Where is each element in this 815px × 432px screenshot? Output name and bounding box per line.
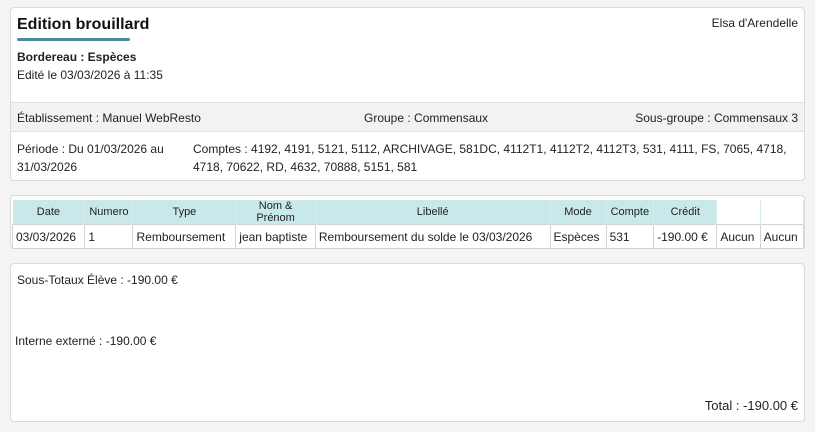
- col-libelle: Libellé: [315, 200, 551, 225]
- col-mode: Mode: [550, 200, 607, 225]
- col-compte: Compte: [606, 200, 655, 225]
- col-nom-prenom: Nom & Prénom: [235, 200, 316, 225]
- cell-numero: 1: [84, 224, 134, 249]
- col-extra-2: [760, 200, 805, 225]
- sous-totaux-eleve: Sous-Totaux Élève : -190.00 €: [17, 273, 178, 287]
- table-row: 03/03/2026 1 Remboursement jean baptiste…: [11, 224, 805, 249]
- totals-card: Sous-Totaux Élève : -190.00 € Interne ex…: [10, 263, 805, 422]
- groupe-label: Groupe : Commensaux: [364, 111, 489, 125]
- user-name: Elsa d'Arendelle: [711, 16, 798, 30]
- col-date: Date: [12, 200, 86, 225]
- cell-type: Remboursement: [132, 224, 237, 249]
- entries-table-card: Date Numero Type Nom & Prénom Libellé Mo…: [10, 195, 805, 249]
- cell-date: 03/03/2026: [11, 224, 86, 249]
- col-extra-1: [716, 200, 761, 225]
- cell-extra-2: Aucun: [759, 224, 805, 249]
- col-numero: Numero: [84, 200, 134, 225]
- cell-mode: Espèces: [549, 224, 607, 249]
- info-band: Établissement : Manuel WebResto Groupe :…: [11, 102, 804, 132]
- periode-text: Période : Du 01/03/2026 au 31/03/2026: [17, 142, 164, 174]
- report-header-card: Edition brouillard Elsa d'Arendelle Bord…: [10, 7, 805, 181]
- title-underline: [17, 38, 130, 41]
- cell-libelle: Remboursement du solde le 03/03/2026: [314, 224, 551, 249]
- cell-extra-1: Aucun: [716, 224, 761, 249]
- entries-table: Date Numero Type Nom & Prénom Libellé Mo…: [11, 200, 805, 249]
- page-title: Edition brouillard: [17, 16, 150, 33]
- interne-externe-total: Interne externé : -190.00 €: [15, 334, 157, 348]
- bordereau-title: Bordereau : Espèces: [17, 50, 137, 64]
- grand-total: Total : -190.00 €: [704, 398, 798, 413]
- cell-credit: -190.00 €: [653, 224, 718, 249]
- col-credit: Crédit: [653, 200, 718, 225]
- etablissement-label: Établissement : Manuel WebResto: [17, 111, 201, 125]
- comptes-text: Comptes : 4192, 4191, 5121, 5112, ARCHIV…: [193, 142, 787, 174]
- col-type: Type: [132, 200, 237, 225]
- cell-compte: 531: [605, 224, 655, 249]
- cell-nom-prenom: jean baptiste: [235, 224, 316, 249]
- table-header-row: Date Numero Type Nom & Prénom Libellé Mo…: [12, 200, 805, 225]
- edited-date: Edité le 03/03/2026 à 11:35: [17, 68, 163, 82]
- sous-groupe-label: Sous-groupe : Commensaux 3: [635, 111, 798, 125]
